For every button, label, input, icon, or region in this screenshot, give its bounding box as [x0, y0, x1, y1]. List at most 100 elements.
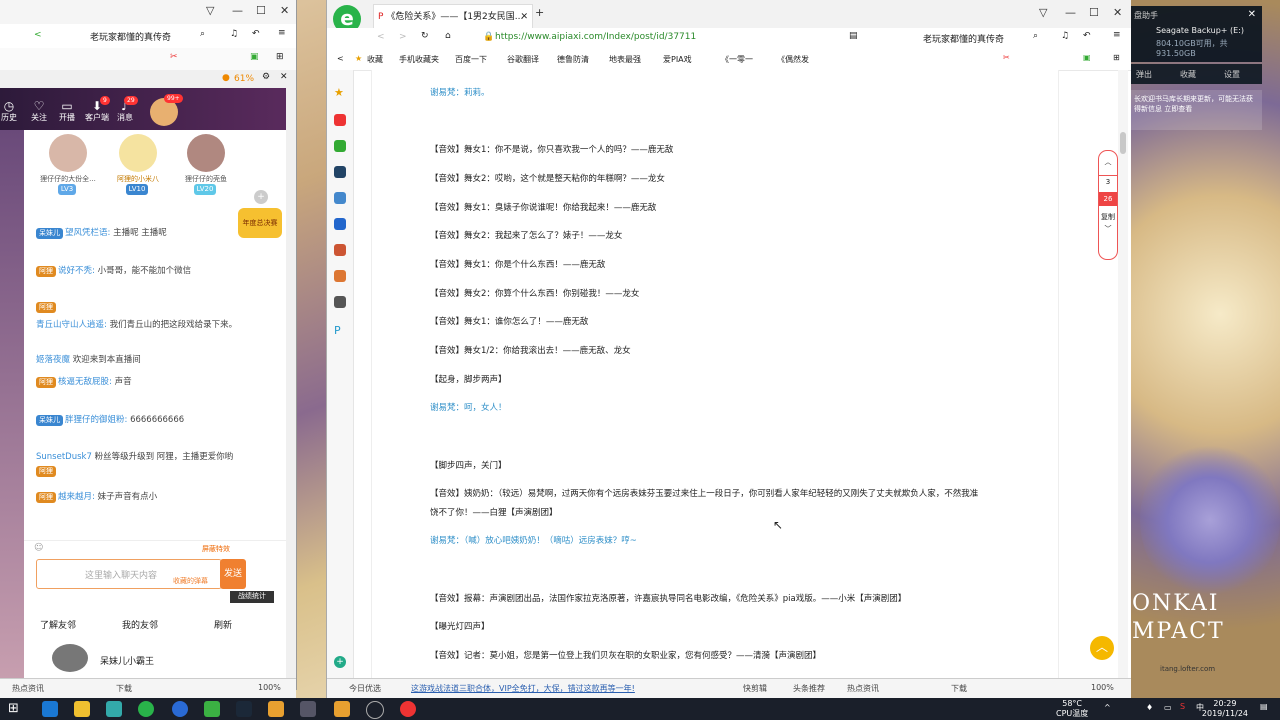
folder-icon[interactable] — [74, 701, 90, 717]
chat-user[interactable]: 胖狸仔的御姐粉: — [65, 415, 127, 425]
clock-app-icon[interactable] — [366, 701, 384, 719]
saved-danmaku[interactable]: 收藏的弹幕 — [173, 576, 208, 586]
game-icon[interactable] — [268, 701, 284, 717]
reload-icon[interactable]: ↻ — [421, 31, 429, 41]
chat-user[interactable]: SunsetDusk7 — [36, 452, 92, 462]
p-icon[interactable]: P — [334, 324, 346, 337]
chevron-down-icon[interactable]: ﹀ — [1099, 224, 1117, 234]
reader-icon[interactable]: ▤ — [849, 31, 858, 41]
game-icon[interactable] — [334, 244, 346, 256]
close-tab-icon[interactable]: ✕ — [520, 5, 528, 29]
nav-broadcast[interactable]: ▭ 开播 — [54, 100, 80, 123]
headphone-icon[interactable]: ♫ — [230, 29, 238, 39]
edge-icon[interactable] — [42, 701, 58, 717]
hot-news[interactable]: 热点资讯 — [12, 683, 44, 694]
chat-user[interactable]: 望风凭栏语: — [65, 228, 110, 238]
back-icon[interactable]: < — [377, 32, 385, 42]
close-icon[interactable]: ✕ — [280, 72, 288, 82]
k-icon[interactable] — [172, 701, 188, 717]
netease-icon[interactable] — [400, 701, 416, 717]
game-icon[interactable] — [334, 270, 346, 282]
page-total[interactable]: 26 — [1099, 192, 1117, 206]
chat-user[interactable]: 越来越月: — [58, 492, 95, 502]
undo-icon[interactable]: ↶ — [252, 29, 260, 39]
star-icon[interactable]: ★ — [334, 86, 346, 99]
undo-icon[interactable]: ↶ — [1083, 31, 1091, 41]
minimize-icon[interactable]: — — [232, 4, 243, 17]
back-to-top-icon[interactable]: ︿ — [1090, 636, 1114, 660]
chat-input[interactable]: 这里输入聊天内容 收藏的弹幕 — [36, 559, 222, 589]
search-icon[interactable]: ⌕ — [200, 29, 205, 39]
scissors-icon[interactable]: ✂ — [170, 52, 178, 62]
home-icon[interactable]: ⌂ — [445, 31, 451, 41]
mail-icon[interactable] — [334, 140, 346, 152]
news-icon[interactable] — [334, 166, 346, 178]
game-icon[interactable] — [334, 296, 346, 308]
menu-icon[interactable]: ≡ — [278, 28, 286, 38]
clock[interactable]: 20:29 2019/11/24 — [1202, 699, 1248, 719]
fav-item[interactable]: 德鲁防清 — [557, 54, 589, 65]
emoji-icon[interactable]: ☺ — [34, 543, 43, 553]
friend-avatar[interactable] — [52, 644, 88, 672]
right-scrollbar[interactable] — [1118, 70, 1128, 678]
tab-my-friends[interactable]: 我的友邻 — [122, 618, 158, 631]
search-icon[interactable]: ⌕ — [1033, 31, 1038, 41]
maximize-icon[interactable]: ☐ — [256, 4, 266, 17]
extension-icon[interactable]: ▣ — [1083, 53, 1091, 62]
gear-icon[interactable]: ⚙ — [262, 72, 270, 82]
favorite-button[interactable]: 收藏 — [1180, 69, 1196, 80]
chevron-up-icon[interactable]: ︿ — [1099, 157, 1117, 167]
url-field[interactable]: https://www.aipiaxi.com/Index/post/id/37… — [495, 32, 696, 42]
nav-follow[interactable]: ♡ 关注 — [26, 100, 52, 123]
collapse-icon[interactable]: < — [337, 54, 344, 63]
chat-user[interactable]: 说好不秃: — [58, 266, 95, 276]
star-icon[interactable]: ★ — [355, 54, 362, 63]
search-field[interactable]: 老玩家都懂的真传奇 — [923, 32, 1004, 45]
chat-icon[interactable] — [334, 218, 346, 230]
notification-banner[interactable]: 长欢迎书马库长期来更新，可能无法获得新信息 立即查看 — [1130, 90, 1262, 130]
chevron-up-icon[interactable]: ^ — [1104, 703, 1111, 712]
close-icon[interactable]: ✕ — [280, 4, 289, 17]
chat-user[interactable]: 姬落夜魔 — [36, 355, 70, 365]
menu-icon[interactable]: ≡ — [1113, 30, 1121, 40]
share-icon[interactable]: < — [34, 30, 42, 40]
browser-icon[interactable] — [138, 701, 154, 717]
weibo-icon[interactable] — [334, 114, 346, 126]
download-link[interactable]: 下载 — [951, 683, 967, 694]
left-scrollbar[interactable] — [286, 88, 296, 678]
scissors-icon[interactable]: ✂ — [1003, 53, 1010, 62]
fav-item[interactable]: 爱PIA戏 — [663, 54, 692, 65]
stats-badge[interactable]: 战绩统计 — [230, 591, 274, 603]
nav-history[interactable]: ◷ 历史 — [0, 100, 22, 123]
friend-name[interactable]: 呆妹儿小霸王 — [100, 654, 154, 667]
fav-item[interactable]: 百度一下 — [455, 54, 487, 65]
cpu-temp[interactable]: 58°C CPU温度 — [1056, 699, 1088, 719]
network-icon[interactable]: ▭ — [1164, 703, 1172, 712]
chat-user[interactable]: 青丘山守山人逍遥: — [36, 320, 107, 330]
restore-icon[interactable]: ▽ — [1039, 6, 1047, 19]
fav-item[interactable]: 收藏 — [367, 54, 383, 65]
headline-recommend[interactable]: 头条推荐 — [793, 683, 825, 694]
fav-item[interactable]: 谷歌翻译 — [507, 54, 539, 65]
eject-button[interactable]: 弹出 — [1136, 69, 1152, 80]
app-icon[interactable] — [300, 701, 316, 717]
fan-card[interactable]: 阿狸的小米八 LV10 — [108, 130, 168, 195]
fav-item[interactable]: 《一零一 — [721, 54, 753, 65]
restore-icon[interactable]: ▽ — [206, 4, 214, 17]
notification-center-icon[interactable]: ▤ — [1260, 702, 1268, 711]
active-tab[interactable]: P 《危险关系》——【1男2女民国... ✕ — [373, 4, 533, 29]
grid-icon[interactable]: ⊞ — [1113, 53, 1120, 62]
ad-link[interactable]: 这游戏战法道三职合体，VIP全免打，大保，错过这款再等一年! — [411, 683, 635, 694]
minimize-icon[interactable]: — — [1065, 6, 1076, 19]
settings-button[interactable]: 设置 — [1224, 69, 1240, 80]
headphone-icon[interactable]: ♫ — [1061, 31, 1069, 41]
mic-icon[interactable]: ♦ — [1146, 703, 1153, 712]
send-button[interactable]: 发送 — [220, 559, 246, 589]
grid-icon[interactable]: ⊞ — [276, 52, 284, 62]
game-icon[interactable] — [334, 701, 350, 717]
tab-know-friends[interactable]: 了解友邻 — [40, 618, 76, 631]
page-current[interactable]: 3 — [1099, 175, 1117, 186]
store-icon[interactable] — [106, 701, 122, 717]
fav-item[interactable]: 《偶然发 — [777, 54, 809, 65]
quick-clip[interactable]: 快剪辑 — [743, 683, 767, 694]
